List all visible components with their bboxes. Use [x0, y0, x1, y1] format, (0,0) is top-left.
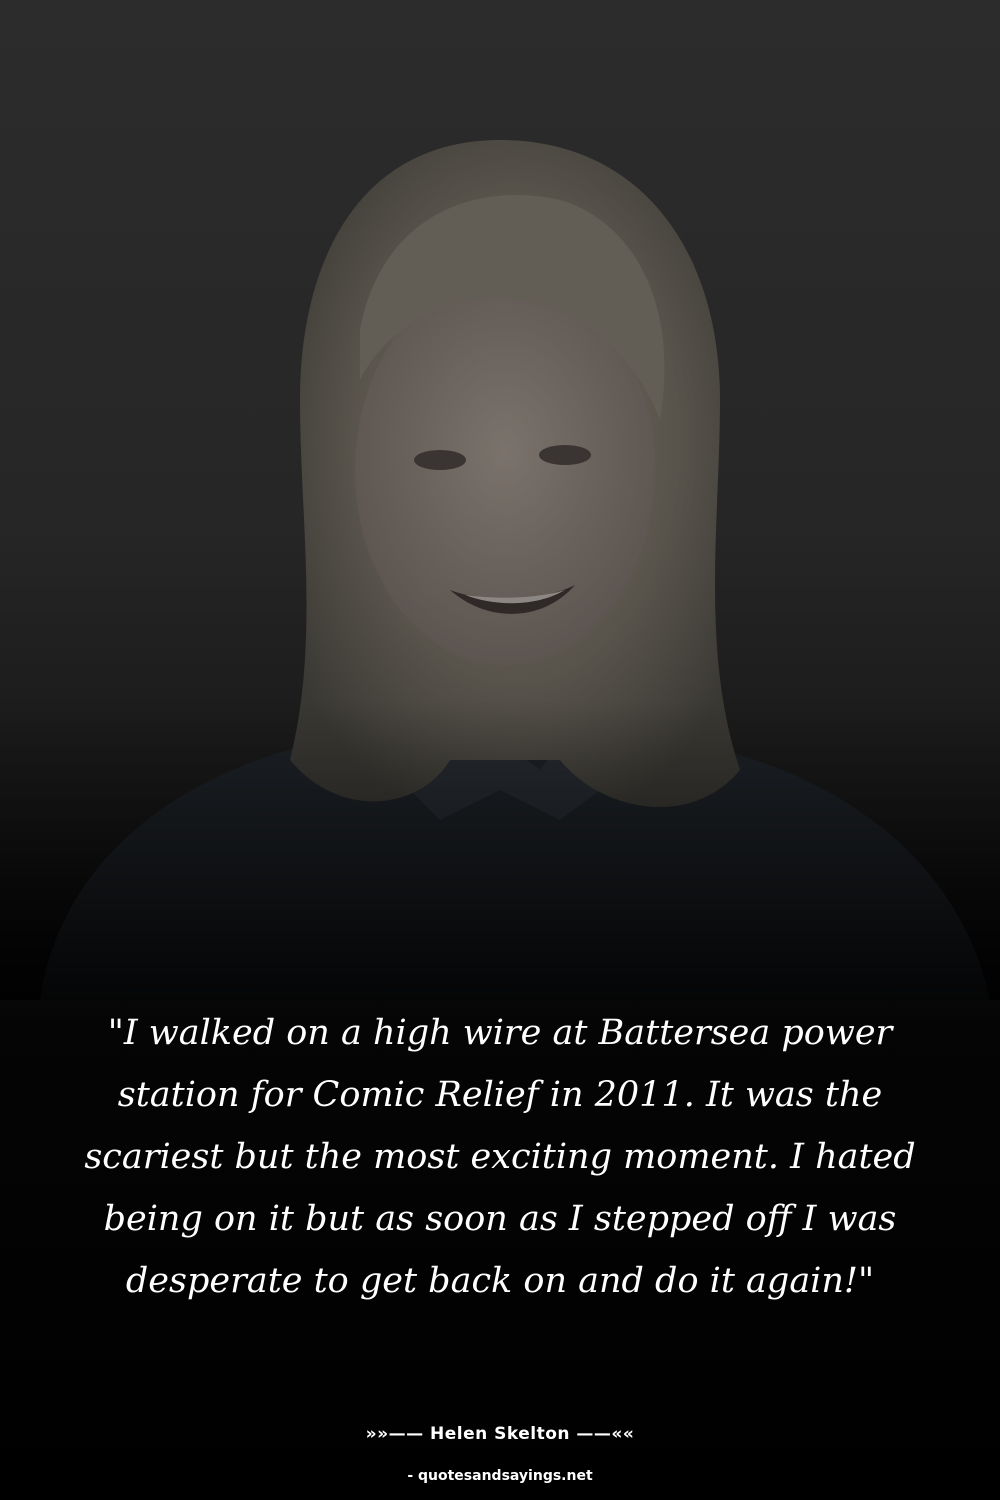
quote-poster: "I walked on a high wire at Battersea po… [0, 0, 1000, 1500]
quote-text: "I walked on a high wire at Battersea po… [84, 1013, 916, 1301]
source-site: - quotesandsayings.net [407, 1468, 593, 1484]
author-attribution: »»—— Helen Skelton ——«« [365, 1424, 635, 1444]
portrait-photo [0, 0, 1000, 1000]
